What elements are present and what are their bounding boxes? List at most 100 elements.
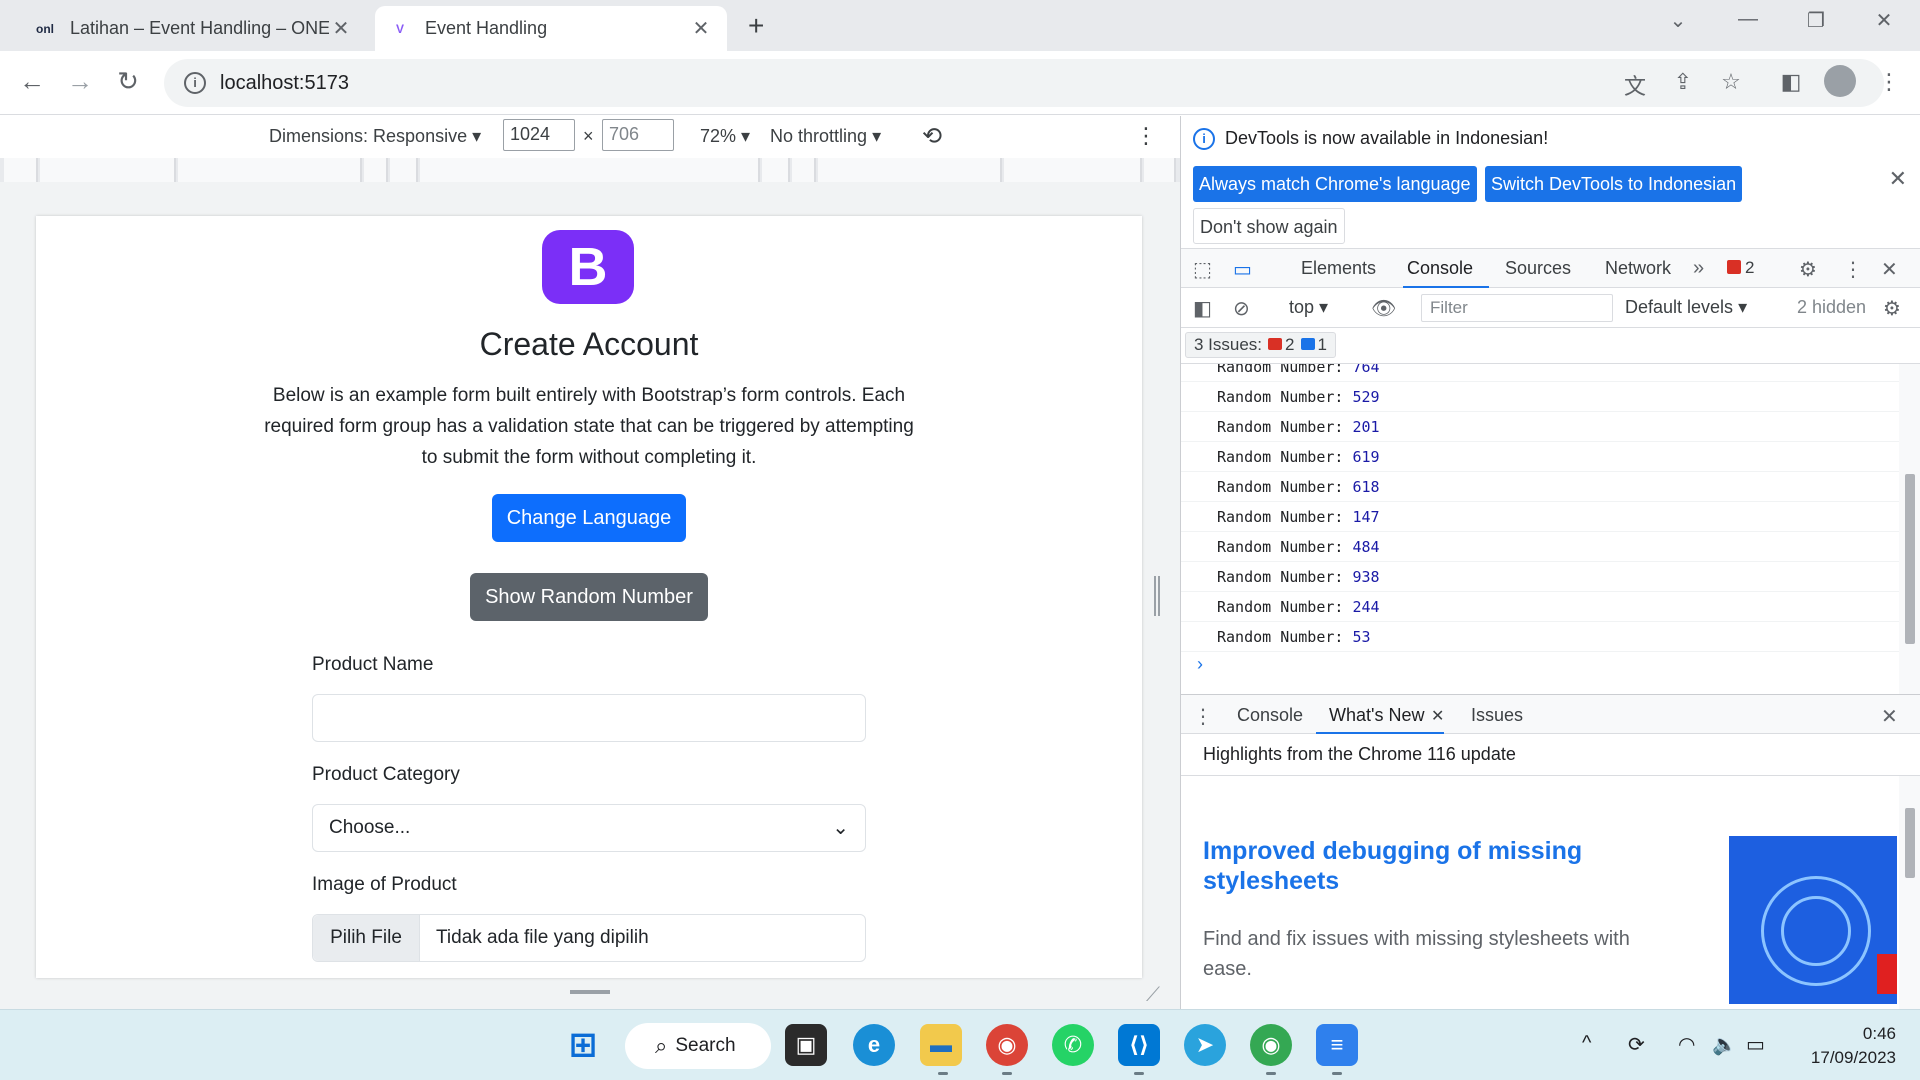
log-line[interactable]: Random Number: 618: [1181, 472, 1899, 502]
windows-start-icon[interactable]: ⊞: [562, 1024, 604, 1066]
log-line[interactable]: Random Number: 147: [1181, 502, 1899, 532]
ruler-segment[interactable]: [420, 158, 760, 182]
close-icon[interactable]: ✕: [329, 16, 353, 41]
console-settings-icon[interactable]: ⚙: [1883, 296, 1901, 321]
close-devtools-icon[interactable]: ✕: [1881, 257, 1898, 282]
show-random-number-button[interactable]: Show Random Number: [470, 573, 708, 621]
translate-icon[interactable]: 文: [1620, 69, 1650, 101]
drawer-tab-console[interactable]: Console: [1237, 705, 1303, 726]
ruler-segment[interactable]: [178, 158, 362, 182]
sidebar-toggle-icon[interactable]: ◧: [1193, 296, 1212, 321]
tab-network[interactable]: Network: [1605, 258, 1671, 279]
minimize-icon[interactable]: —: [1728, 8, 1768, 31]
close-icon[interactable]: ✕: [689, 16, 713, 41]
ruler-segment[interactable]: [1144, 158, 1176, 182]
product-name-input[interactable]: [312, 694, 866, 742]
context-selector[interactable]: top ▾: [1289, 297, 1328, 318]
drawer-scrollbar[interactable]: [1899, 776, 1920, 1009]
dimensions-dropdown[interactable]: Dimensions: Responsive ▾: [269, 126, 481, 147]
bookmark-star-icon[interactable]: ☆: [1716, 69, 1746, 95]
devtools-menu-icon[interactable]: ⋮: [1843, 257, 1863, 282]
tab-latihan[interactable]: onl Latihan – Event Handling – ONE I ✕: [20, 6, 367, 51]
notepad-icon[interactable]: ≡: [1316, 1024, 1358, 1066]
ruler-segment[interactable]: [762, 158, 790, 182]
reload-icon[interactable]: ↻: [110, 66, 146, 97]
console-filter-input[interactable]: Filter: [1421, 294, 1613, 322]
always-match-language-button[interactable]: Always match Chrome's language: [1193, 166, 1477, 202]
log-line[interactable]: Random Number: 484: [1181, 532, 1899, 562]
ruler-segment[interactable]: [792, 158, 816, 182]
drawer-tab-issues[interactable]: Issues: [1471, 705, 1523, 726]
product-category-select[interactable]: Choose... ⌄: [312, 804, 866, 852]
settings-gear-icon[interactable]: ⚙: [1799, 257, 1817, 282]
console-scroll-thumb[interactable]: [1905, 474, 1915, 644]
forward-icon[interactable]: →: [62, 66, 98, 97]
error-count-badge[interactable]: 2: [1727, 258, 1754, 278]
chrome-icon[interactable]: ◉: [986, 1024, 1028, 1066]
log-line[interactable]: Random Number: 201: [1181, 412, 1899, 442]
tab-sources[interactable]: Sources: [1505, 258, 1571, 279]
restore-icon[interactable]: ❐: [1796, 8, 1836, 33]
ruler-segment[interactable]: [4, 158, 38, 182]
clear-console-icon[interactable]: ⊘: [1233, 296, 1250, 321]
tab-console[interactable]: Console: [1407, 258, 1473, 279]
dont-show-again-button[interactable]: Don't show again: [1193, 208, 1345, 244]
close-whats-new-icon[interactable]: ✕: [1431, 706, 1444, 726]
ruler-segment[interactable]: [390, 158, 418, 182]
whatsapp-icon[interactable]: ✆: [1052, 1024, 1094, 1066]
inspect-element-icon[interactable]: ⬚: [1193, 257, 1212, 282]
change-language-button[interactable]: Change Language: [492, 494, 686, 542]
ruler-segment[interactable]: [1004, 158, 1142, 182]
ruler-segment[interactable]: [818, 158, 1002, 182]
log-line[interactable]: Random Number: 529: [1181, 382, 1899, 412]
tab-event-handling[interactable]: V Event Handling ✕: [375, 6, 727, 51]
log-line[interactable]: Random Number: 244: [1181, 592, 1899, 622]
task-view-icon[interactable]: ▣: [785, 1024, 827, 1066]
show-hidden-icons-chevron-icon[interactable]: ^: [1582, 1032, 1591, 1055]
back-icon[interactable]: ←: [14, 66, 50, 97]
width-input[interactable]: 1024: [503, 119, 575, 151]
volume-icon[interactable]: 🔈: [1712, 1032, 1737, 1057]
file-explorer-icon[interactable]: ▬: [920, 1024, 962, 1066]
close-drawer-icon[interactable]: ✕: [1881, 704, 1898, 729]
log-levels-dropdown[interactable]: Default levels ▾: [1625, 297, 1747, 318]
edge-icon[interactable]: e: [853, 1024, 895, 1066]
tab-elements[interactable]: Elements: [1301, 258, 1376, 279]
telegram-icon[interactable]: ➤: [1184, 1024, 1226, 1066]
site-info-icon[interactable]: i: [184, 72, 206, 94]
ruler-segment[interactable]: [364, 158, 388, 182]
tab-search-icon[interactable]: ⌄: [1658, 8, 1698, 33]
zoom-dropdown[interactable]: 72% ▾: [700, 126, 750, 147]
choose-file-button[interactable]: Pilih File: [313, 915, 420, 961]
share-icon[interactable]: ⇪: [1668, 69, 1698, 95]
whats-new-heading-link[interactable]: Improved debugging of missing stylesheet…: [1203, 836, 1633, 896]
console-prompt-icon[interactable]: ›: [1197, 654, 1203, 675]
close-infobar-icon[interactable]: ✕: [1889, 166, 1907, 192]
profile-avatar[interactable]: [1824, 65, 1856, 97]
switch-devtools-indonesian-button[interactable]: Switch DevTools to Indonesian: [1485, 166, 1743, 202]
log-line[interactable]: Random Number: 53: [1181, 622, 1899, 652]
live-expression-eye-icon[interactable]: 👁: [1371, 296, 1396, 321]
more-tabs-icon[interactable]: »: [1693, 257, 1704, 280]
viewport-resize-right-handle[interactable]: [1154, 576, 1160, 616]
issues-button[interactable]: 3 Issues: 2 1: [1185, 332, 1336, 358]
menu-kebab-icon[interactable]: ⋮: [1874, 69, 1904, 95]
log-line[interactable]: Random Number: 938: [1181, 562, 1899, 592]
drawer-menu-icon[interactable]: ⋮: [1193, 704, 1213, 729]
viewport-resize-corner-icon[interactable]: ⟋: [1146, 984, 1160, 1007]
sync-icon[interactable]: ⟳: [1628, 1032, 1645, 1057]
drawer-tab-whats-new[interactable]: What's New: [1329, 705, 1424, 726]
taskbar-search[interactable]: ⌕ Search: [625, 1023, 771, 1069]
vscode-icon[interactable]: ⟨⟩: [1118, 1024, 1160, 1066]
throttling-dropdown[interactable]: No throttling ▾: [770, 126, 881, 147]
viewport-resize-bottom-handle[interactable]: [570, 990, 610, 994]
wifi-icon[interactable]: ◠: [1678, 1032, 1695, 1057]
height-input[interactable]: 706: [602, 119, 674, 151]
image-file-input[interactable]: Pilih File Tidak ada file yang dipilih: [312, 914, 866, 962]
console-scrollbar[interactable]: [1899, 364, 1920, 694]
device-toggle-icon[interactable]: ▭: [1233, 257, 1252, 282]
side-panel-icon[interactable]: ◧: [1776, 69, 1806, 95]
log-line[interactable]: Random Number: 764: [1181, 364, 1899, 382]
ruler-segment[interactable]: [40, 158, 176, 182]
drawer-scroll-thumb[interactable]: [1905, 808, 1915, 878]
